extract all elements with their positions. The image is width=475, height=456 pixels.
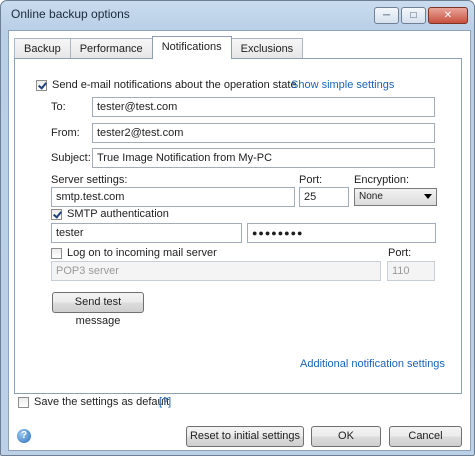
from-field[interactable]: tester2@test.com xyxy=(92,123,435,143)
subject-field[interactable]: True Image Notification from My-PC xyxy=(92,148,435,168)
to-label: To: xyxy=(51,101,66,113)
save-default-checkbox[interactable] xyxy=(18,397,29,408)
show-simple-settings-link[interactable]: Show simple settings xyxy=(291,79,394,91)
notifications-panel: Send e-mail notifications about the oper… xyxy=(14,58,462,394)
close-icon[interactable]: ✕ xyxy=(428,7,468,24)
subject-label: Subject: xyxy=(51,152,91,164)
send-email-checkbox[interactable] xyxy=(36,80,47,91)
from-label: From: xyxy=(51,127,80,139)
encryption-select[interactable]: None xyxy=(354,188,437,206)
minimize-icon[interactable]: ─ xyxy=(374,7,399,24)
tab-backup[interactable]: Backup xyxy=(14,38,71,59)
help-circle-icon[interactable]: ? xyxy=(17,429,31,443)
pop3-port-field[interactable]: 110 xyxy=(387,261,435,281)
maximize-icon[interactable]: □ xyxy=(401,7,426,24)
smtp-username-field[interactable]: tester xyxy=(51,223,242,243)
chevron-down-icon xyxy=(424,194,432,199)
smtp-server-field[interactable]: smtp.test.com xyxy=(51,187,295,207)
smtp-auth-label: SMTP authentication xyxy=(67,208,169,220)
tab-strip: Backup Performance Notifications Exclusi… xyxy=(14,36,304,59)
encryption-label: Encryption: xyxy=(354,174,410,186)
pop3-server-field[interactable]: POP3 server xyxy=(51,261,381,281)
help-link[interactable]: [?] xyxy=(159,396,171,408)
smtp-password-field[interactable]: ●●●●●●●● xyxy=(247,223,436,243)
smtp-port-field[interactable]: 25 xyxy=(299,187,349,207)
dialog-body: Backup Performance Notifications Exclusi… xyxy=(8,30,471,451)
smtp-auth-checkbox[interactable] xyxy=(51,209,62,220)
server-settings-label: Server settings: xyxy=(51,174,128,186)
additional-notification-settings-link[interactable]: Additional notification settings xyxy=(300,358,445,370)
tab-performance[interactable]: Performance xyxy=(69,38,153,59)
encryption-value: None xyxy=(359,191,383,202)
to-field[interactable]: tester@test.com xyxy=(92,97,435,117)
logon-incoming-checkbox[interactable] xyxy=(51,248,62,259)
reset-button[interactable]: Reset to initial settings xyxy=(186,426,304,447)
incoming-port-label: Port: xyxy=(388,247,412,259)
send-email-label: Send e-mail notifications about the oper… xyxy=(52,79,297,91)
tab-notifications[interactable]: Notifications xyxy=(151,36,232,59)
ok-button[interactable]: OK xyxy=(311,426,381,447)
cancel-button[interactable]: Cancel xyxy=(389,426,462,447)
caption-buttons: ─ □ ✕ xyxy=(374,7,468,24)
send-test-message-button[interactable]: Send test message xyxy=(52,292,144,327)
tab-exclusions[interactable]: Exclusions xyxy=(230,38,304,59)
save-default-label: Save the settings as default xyxy=(34,396,170,408)
window-title: Online backup options xyxy=(11,7,130,21)
port-label: Port: xyxy=(299,174,323,186)
dialog-window: Online backup options ─ □ ✕ Backup Perfo… xyxy=(0,0,475,456)
logon-incoming-label: Log on to incoming mail server xyxy=(67,247,217,259)
